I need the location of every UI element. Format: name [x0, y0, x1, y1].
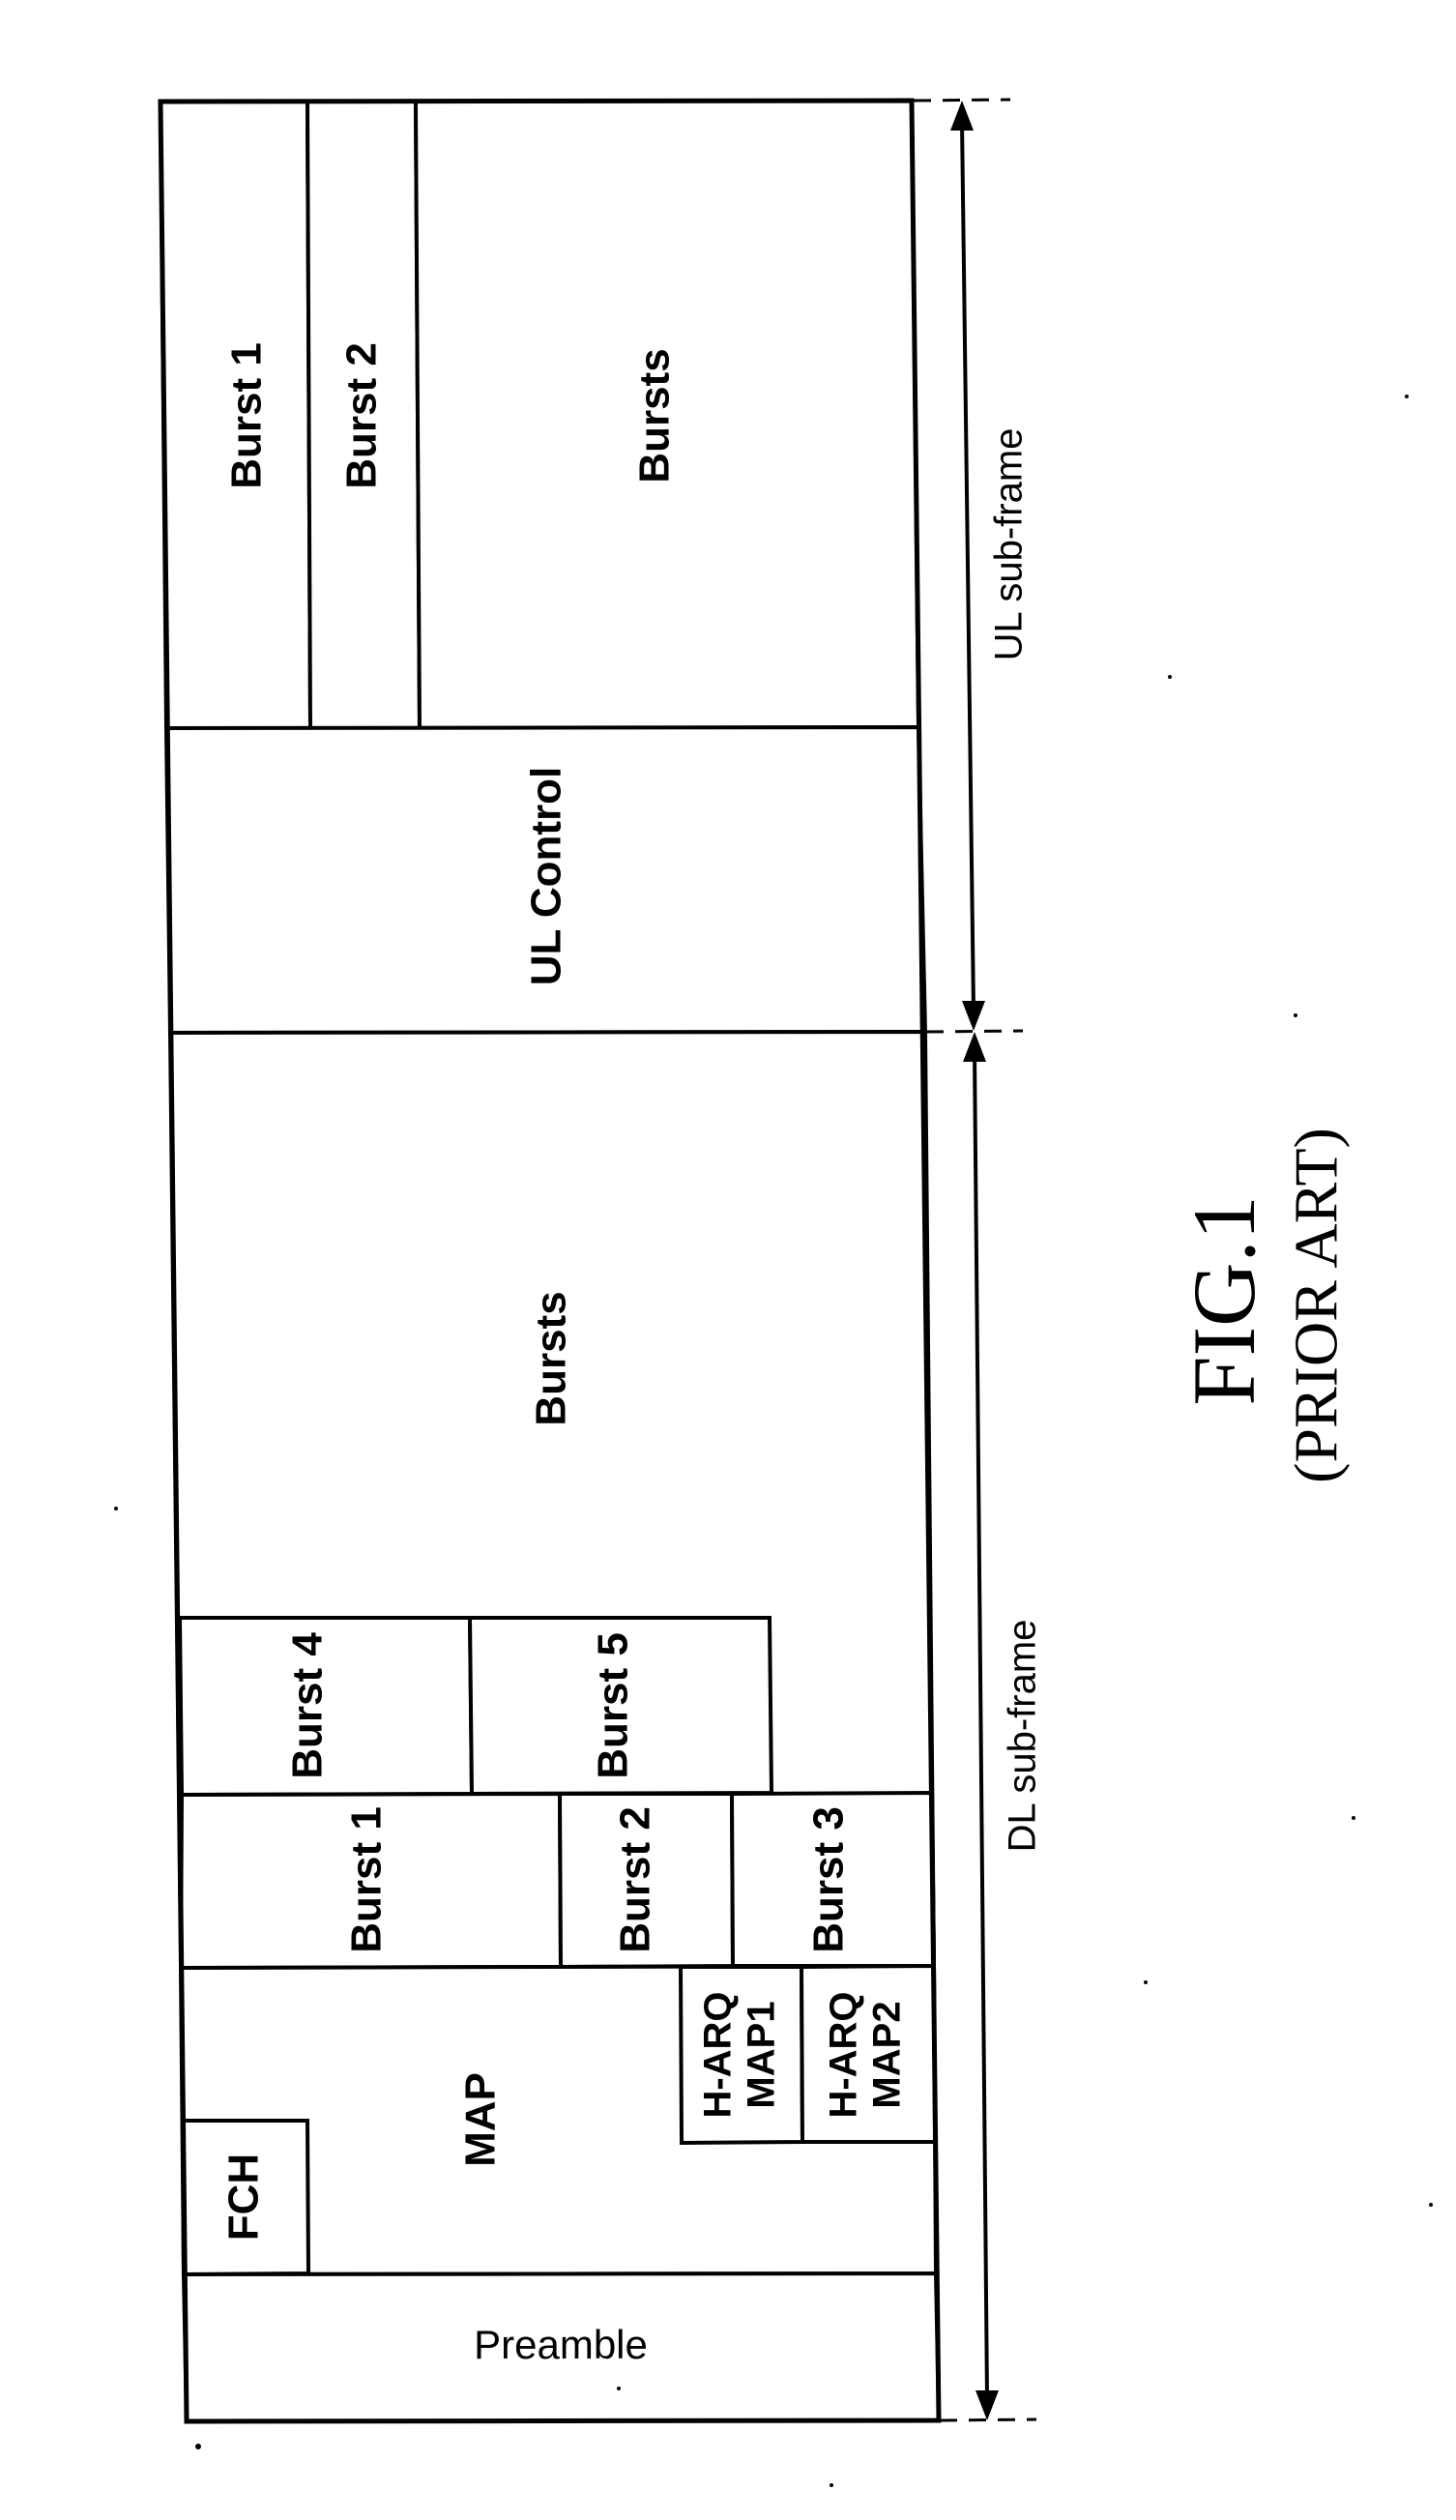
ul-burst-1-label: Burst 1 [223, 342, 271, 489]
harq-map1-line1: H-ARQ [697, 1991, 740, 2118]
bottom-extension-line [939, 2417, 1037, 2422]
dl-burst-4-label: Burst 4 [284, 1632, 332, 1779]
ul-burst-2-label: Burst 2 [338, 342, 386, 489]
ul-control-label: UL Control [523, 767, 570, 986]
top-extension-line [913, 98, 1011, 103]
dl-burst-5-label: Burst 5 [590, 1632, 637, 1779]
harq-map2-line2: MAP2 [866, 2001, 909, 2108]
map-label: MAP [457, 2072, 505, 2167]
dl-double-arrow-icon [963, 1032, 999, 2420]
ul-bursts-label: Bursts [631, 348, 679, 483]
ul-double-arrow-icon [950, 101, 985, 1031]
dl-subframe-label: DL sub-frame [1002, 1620, 1044, 1853]
harq-map1-line2: MAP1 [741, 2001, 783, 2108]
figure-caption: FIG.1 (PRIOR ART) [1175, 1128, 1351, 1483]
dl-burst-3-label: Burst 3 [805, 1806, 853, 1953]
ul-subframe-label: UL sub-frame [988, 428, 1031, 661]
dl-burst-1-label: Burst 1 [343, 1806, 391, 1953]
ul-subframe: Burst 1 Burst 2 Bursts UL Control [158, 98, 928, 1036]
preamble-label: Preamble [474, 2322, 648, 2367]
middle-extension-line [925, 1029, 1024, 1034]
fch-label: FCH [220, 2154, 268, 2241]
dl-burst-2-label: Burst 2 [612, 1806, 659, 1953]
figure-title: FIG.1 [1175, 1195, 1273, 1405]
figure-subtitle: (PRIOR ART) [1282, 1128, 1351, 1483]
dl-bursts-label: Bursts [528, 1291, 575, 1425]
harq-map2-line1: H-ARQ [823, 1991, 865, 2118]
frame-structure-diagram: Burst 1 Burst 2 Bursts UL Control Bursts… [114, 98, 1433, 2487]
dl-subframe: Bursts Burst 4 Burst 5 Burst 1 Burst 2 B… [167, 1029, 942, 2424]
